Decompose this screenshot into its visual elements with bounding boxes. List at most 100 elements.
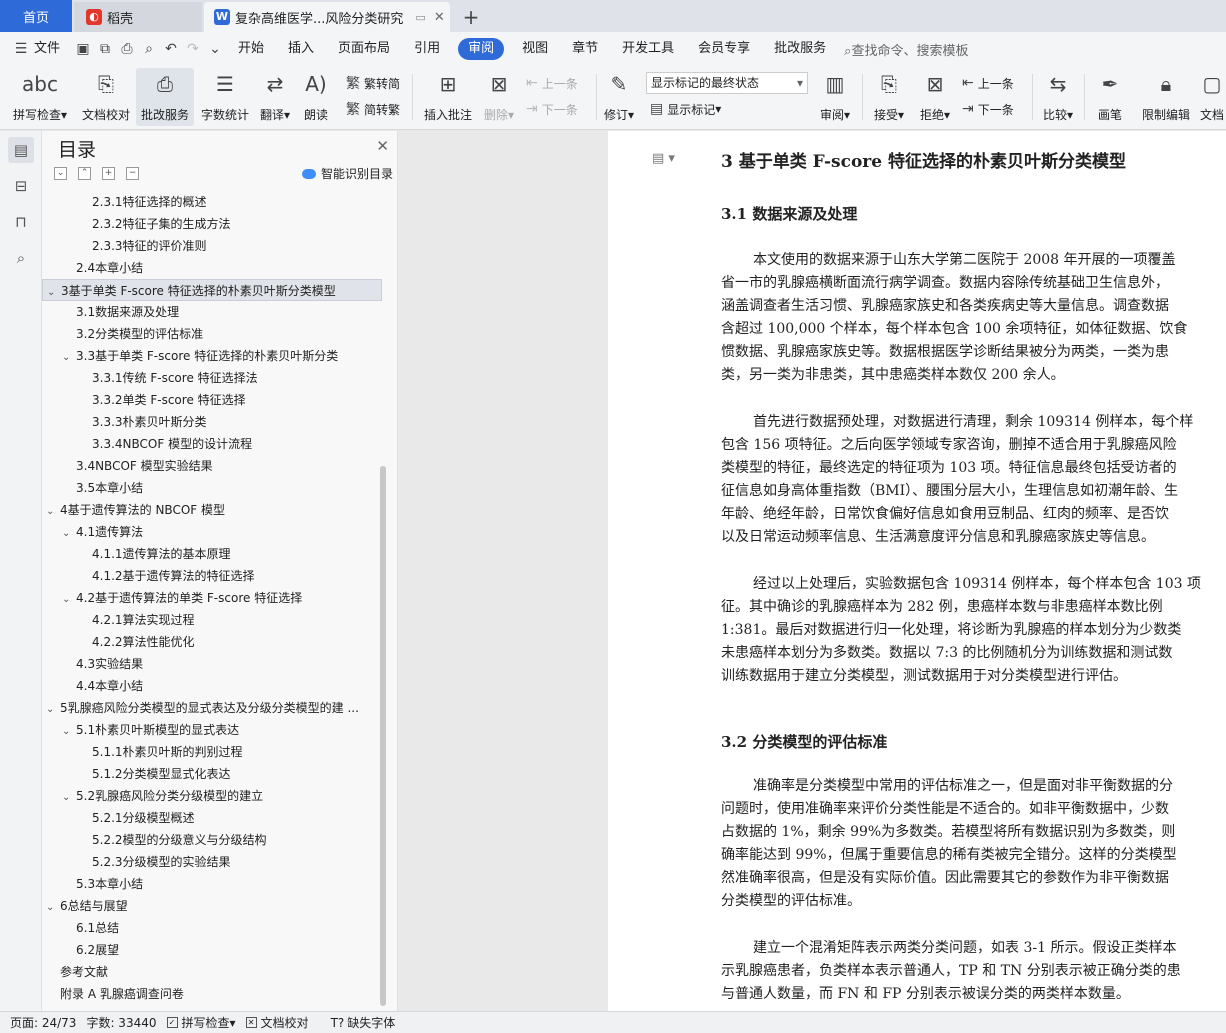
find-icon[interactable]: ⌕	[8, 245, 34, 271]
remove-heading-icon[interactable]: −	[126, 167, 139, 180]
read-aloud-button[interactable]: A) 朗读	[298, 68, 334, 126]
word-count-button[interactable]: ☰ 字数统计	[198, 68, 252, 126]
add-heading-icon[interactable]: +	[102, 167, 115, 180]
doc-permission-button[interactable]: ▢ 文档	[1198, 68, 1226, 126]
print-icon[interactable]: ⎙	[116, 38, 138, 60]
menu-chapter[interactable]: 章节	[560, 38, 610, 60]
toc-item[interactable]: ⌄ 6总结与展望	[42, 895, 382, 917]
proofread-status[interactable]: ✕ 文档校对	[245, 1014, 309, 1031]
proofread-button[interactable]: ⎘ 文档校对	[78, 68, 134, 126]
menu-insert[interactable]: 插入	[276, 38, 326, 60]
preview-icon[interactable]: ⌕	[138, 38, 160, 60]
hamburger-icon[interactable]: ☰	[10, 38, 32, 60]
toc-item[interactable]: 4.2.1算法实现过程	[42, 609, 382, 631]
toc-item[interactable]: 5.2.3分级模型的实验结果	[42, 851, 382, 873]
toc-item[interactable]: ⌄ 4基于遗传算法的 NBCOF 模型	[42, 499, 382, 521]
quick-access-dropdown-icon[interactable]: ⌄	[204, 38, 226, 60]
word-count-indicator[interactable]: 字数: 33440	[86, 1014, 156, 1031]
tab-home[interactable]: 首页	[0, 0, 72, 32]
toc-item[interactable]: 2.3.3特征的评价准则	[42, 235, 382, 257]
toc-item[interactable]: 5.2.2模型的分级意义与分级结构	[42, 829, 382, 851]
collapse-all-icon[interactable]: ⌄	[54, 167, 67, 180]
menu-reference[interactable]: 引用	[402, 38, 452, 60]
save-icon[interactable]: ▣	[72, 38, 94, 60]
page-indicator[interactable]: 页面: 24/73	[10, 1014, 76, 1031]
restrict-edit-button[interactable]: 🔒︎ 限制编辑	[1138, 68, 1194, 126]
toc-item[interactable]: ⌄ 4.1遗传算法	[42, 521, 382, 543]
menu-view[interactable]: 视图	[510, 38, 560, 60]
expand-all-icon[interactable]: ⌃	[78, 167, 91, 180]
toc-item[interactable]: 3.3.2单类 F-score 特征选择	[42, 389, 382, 411]
insert-comment-button[interactable]: ⊞ 插入批注	[420, 68, 476, 126]
toc-item[interactable]: ⌄ 5.2乳腺癌风险分类分级模型的建立	[42, 785, 382, 807]
review-pane-button[interactable]: ▥ 审阅▾	[814, 68, 856, 126]
toc-item[interactable]: 参考文献	[42, 961, 382, 983]
tab-document[interactable]: W 复杂高维医学...风险分类研究 ▭ ✕	[204, 2, 450, 32]
menu-start[interactable]: 开始	[226, 38, 276, 60]
document-page[interactable]: ▤ ▾ 3 基于单类 F-score 特征选择的朴素贝叶斯分类模型 3.1 数据…	[608, 131, 1226, 1011]
toc-item[interactable]: 2.3.2特征子集的生成方法	[42, 213, 382, 235]
chevron-down-icon[interactable]: ⌄	[62, 787, 76, 807]
chevron-down-icon[interactable]: ⌄	[62, 523, 76, 543]
tab-docer[interactable]: ◐ 稻壳	[74, 2, 202, 32]
reject-button[interactable]: ⊠ 拒绝▾	[914, 68, 956, 126]
pen-button[interactable]: ✒ 画笔	[1090, 68, 1130, 126]
export-icon[interactable]: ⧉	[94, 38, 116, 60]
bookmark-icon[interactable]: ⊓	[8, 209, 34, 235]
new-tab-button[interactable]: +	[458, 2, 484, 32]
toc-item[interactable]: 3.5本章小结	[42, 477, 382, 499]
smart-toc-button[interactable]: 智能识别目录	[302, 165, 393, 182]
toc-item[interactable]: 附录 A 乳腺癌调查问卷	[42, 983, 382, 1005]
toc-item[interactable]: 3.4NBCOF 模型实验结果	[42, 455, 382, 477]
toc-panel-icon[interactable]: ▤	[8, 137, 34, 163]
toc-item[interactable]: 4.3实验结果	[42, 653, 382, 675]
toc-item[interactable]: 3.2分类模型的评估标准	[42, 323, 382, 345]
spell-check-button[interactable]: abc 拼写检查▾	[8, 68, 72, 126]
toc-item[interactable]: 5.2.1分级模型概述	[42, 807, 382, 829]
toc-item[interactable]: 4.1.2基于遗传算法的特征选择	[42, 565, 382, 587]
toc-item[interactable]: 4.4本章小结	[42, 675, 382, 697]
chevron-down-icon[interactable]: ⌄	[62, 347, 76, 367]
outline-icon[interactable]: ⊟	[8, 173, 34, 199]
menu-member[interactable]: 会员专享	[686, 38, 762, 60]
accept-button[interactable]: ⎘ 接受▾	[868, 68, 910, 126]
pin-icon[interactable]: ▭	[415, 11, 425, 24]
toc-item[interactable]: 3.3.4NBCOF 模型的设计流程	[42, 433, 382, 455]
toc-item[interactable]: ⌄ 5乳腺癌风险分类模型的显式表达及分级分类模型的建 ...	[42, 697, 382, 719]
toc-item[interactable]: 4.1.1遗传算法的基本原理	[42, 543, 382, 565]
toc-item[interactable]: ⌄ 5.1朴素贝叶斯模型的显式表达	[42, 719, 382, 741]
close-tab-icon[interactable]: ✕	[434, 10, 445, 25]
trad-to-simp-button[interactable]: 繁繁转简	[346, 72, 400, 94]
toc-item[interactable]: 6.1总结	[42, 917, 382, 939]
revise-service-button[interactable]: ⎙ 批改服务	[136, 68, 194, 126]
toc-item[interactable]: 2.3.1特征选择的概述	[42, 191, 382, 213]
toc-item[interactable]: ⌄ 4.2基于遗传算法的单类 F-score 特征选择	[42, 587, 382, 609]
toc-item[interactable]: 4.2.2算法性能优化	[42, 631, 382, 653]
chevron-down-icon[interactable]: ⌄	[47, 282, 61, 300]
menu-devtools[interactable]: 开发工具	[610, 38, 686, 60]
prev-comment-button[interactable]: ⇤ 上一条	[526, 72, 578, 94]
next-comment-button[interactable]: ⇥ 下一条	[526, 98, 578, 120]
chevron-down-icon[interactable]: ⌄	[46, 897, 60, 917]
toc-item[interactable]: ⌄ 3.3基于单类 F-score 特征选择的朴素贝叶斯分类	[42, 345, 382, 367]
show-markup-button[interactable]: ▤ 显示标记 ▾	[650, 98, 721, 120]
toc-item[interactable]: 3.3.3朴素贝叶斯分类	[42, 411, 382, 433]
doc-options-icon[interactable]: ▤ ▾	[652, 151, 675, 166]
next-change-button[interactable]: ⇥ 下一条	[962, 98, 1014, 120]
redo-icon[interactable]: ↷	[182, 38, 204, 60]
close-icon[interactable]: ✕	[376, 137, 389, 155]
menu-review[interactable]: 审阅	[458, 38, 505, 60]
undo-icon[interactable]: ↶	[160, 38, 182, 60]
missing-font-status[interactable]: T? 缺失字体	[331, 1014, 396, 1031]
prev-change-button[interactable]: ⇤ 上一条	[962, 72, 1014, 94]
spell-check-status[interactable]: ✓ 拼写检查 ▾	[166, 1014, 236, 1031]
simp-to-trad-button[interactable]: 繁简转繁	[346, 98, 400, 120]
toc-item[interactable]: ⌄ 3基于单类 F-score 特征选择的朴素贝叶斯分类模型	[42, 279, 382, 301]
file-menu[interactable]: 文件	[32, 38, 72, 60]
toc-item[interactable]: 5.1.2分类模型显式化表达	[42, 763, 382, 785]
track-changes-button[interactable]: ✎ 修订▾	[600, 68, 638, 126]
chevron-down-icon[interactable]: ⌄	[46, 699, 60, 719]
chevron-down-icon[interactable]: ⌄	[62, 721, 76, 741]
markup-state-select[interactable]: 显示标记的最终状态	[646, 72, 808, 94]
toc-item[interactable]: 6.2展望	[42, 939, 382, 961]
